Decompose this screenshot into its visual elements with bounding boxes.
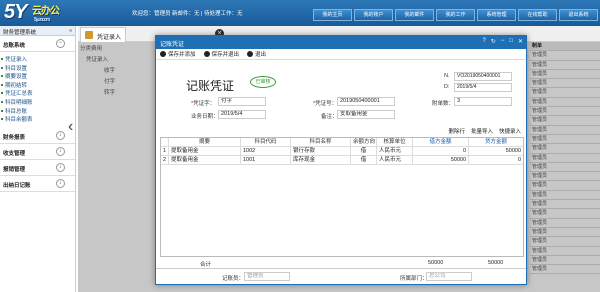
biz-date-label: 业务日期： bbox=[191, 114, 219, 120]
attach-label: 附单数： bbox=[432, 101, 455, 107]
sidebar-group-income[interactable]: 收支管理 ↓ bbox=[0, 144, 75, 160]
sidebar-item-period[interactable]: 期初结转 bbox=[0, 81, 75, 90]
audit-stamp: 已审核 bbox=[250, 76, 276, 88]
table-header-row: 摘要 科目代码 科目名称 余额方向 核算单位 借方金额 贷方金额 bbox=[161, 138, 523, 147]
tab-voucher-entry[interactable]: 凭证录入 bbox=[80, 27, 127, 42]
sidebar-item-general[interactable]: 科目总账 bbox=[0, 107, 75, 116]
sidebar-group-cash[interactable]: 出纳日记账 ↓ bbox=[0, 176, 75, 192]
help-icon[interactable]: ? bbox=[482, 38, 485, 45]
table-row[interactable]: 1 提取备用金 1002 银行存款 借 人民币元 0 50000 bbox=[161, 147, 523, 156]
maker-field: 管理员 bbox=[244, 272, 290, 281]
exit-button[interactable]: 退出 bbox=[247, 51, 266, 58]
sidebar-item-summary[interactable]: 摘要设置 bbox=[0, 72, 75, 81]
collapse-icon[interactable]: − bbox=[56, 39, 65, 48]
table-tools: 删除行 批量导入 快捷录入 bbox=[448, 127, 521, 135]
sidebar-group-reimburse[interactable]: 报销管理 ↓ bbox=[0, 160, 75, 176]
col-summary: 摘要 bbox=[169, 138, 241, 146]
save-icon bbox=[160, 51, 166, 57]
collapse-sidebar-icon[interactable]: ‹ bbox=[68, 118, 73, 136]
sidebar-item-voucher-sum[interactable]: 凭证汇总表 bbox=[0, 89, 75, 98]
sidebar-item-voucher-entry[interactable]: 凭证录入 bbox=[0, 55, 75, 64]
col-debit: 借方金额 bbox=[413, 138, 469, 146]
total-debit: 50000 bbox=[428, 260, 444, 266]
maximize-icon[interactable]: □ bbox=[509, 38, 513, 45]
nav-system[interactable]: 系统管理 bbox=[477, 9, 516, 21]
expand-icon[interactable]: ↓ bbox=[56, 178, 65, 188]
sidebar-group-reports[interactable]: 财务报表 ↓ bbox=[0, 128, 75, 144]
no-label: N. bbox=[444, 73, 450, 79]
refresh-icon[interactable]: ↻ bbox=[491, 38, 496, 45]
welcome-text: 欢迎您：管理员 新邮件：无 | 待处理工作：无 bbox=[132, 11, 243, 17]
close-icon[interactable]: ✕ bbox=[518, 38, 523, 45]
total-credit: 50000 bbox=[488, 260, 504, 266]
nav-home[interactable]: 我的主页 bbox=[313, 9, 352, 21]
expand-icon[interactable]: ↓ bbox=[56, 162, 65, 172]
code-label: *凭证号： bbox=[313, 101, 338, 107]
voucher-title: 记账凭证 bbox=[186, 79, 235, 93]
dialog-titlebar: 记账凭证 ? ↻ − □ ✕ bbox=[156, 36, 526, 49]
chevron-left-icon[interactable]: « bbox=[69, 28, 72, 34]
batch-import-button[interactable]: 批量导入 bbox=[471, 127, 493, 135]
code-field[interactable]: 2019050400001 bbox=[337, 97, 395, 106]
sidebar-item-balance[interactable]: 科目余额表 bbox=[0, 115, 75, 124]
date-label: D: bbox=[444, 84, 450, 90]
sidebar-item-accounts[interactable]: 科目设置 bbox=[0, 64, 75, 73]
dialog-footer: 记账员： 管理员 所属部门： 总公司 bbox=[156, 268, 526, 284]
save-add-button[interactable]: 保存并添加 bbox=[160, 51, 196, 58]
expand-icon[interactable]: ↓ bbox=[56, 146, 65, 156]
table-row[interactable]: 2 提取备用金 1001 库存现金 借 人民币元 50000 0 bbox=[161, 156, 523, 165]
nav-mail[interactable]: 我的邮件 bbox=[395, 9, 434, 21]
note-label: 备注： bbox=[321, 114, 338, 120]
minimize-icon[interactable]: − bbox=[501, 38, 505, 45]
maker-label: 记账员： bbox=[222, 276, 245, 282]
dialog-toolbar: 保存并添加 保存并退出 退出 bbox=[156, 49, 526, 60]
nav-logout[interactable]: 退出系统 bbox=[559, 9, 598, 21]
col-code: 科目代码 bbox=[241, 138, 291, 146]
attach-field[interactable]: 3 bbox=[454, 97, 512, 106]
dept-label: 所属部门： bbox=[400, 276, 428, 282]
type-label: *凭证字： bbox=[191, 101, 216, 107]
nav-account[interactable]: 我的账户 bbox=[354, 9, 393, 21]
total-row: 合计 50000 50000 bbox=[160, 257, 524, 268]
voucher-no-field[interactable]: VO2019050400001 bbox=[454, 72, 512, 81]
save-icon bbox=[203, 51, 210, 57]
voucher-date-field[interactable]: 2019/5/4 bbox=[454, 83, 512, 92]
sidebar-group-ledger[interactable]: 总账系统 − bbox=[0, 36, 75, 52]
expand-icon[interactable]: ↓ bbox=[56, 130, 65, 140]
total-label: 合计 bbox=[200, 262, 212, 268]
biz-date-field[interactable]: 2019/5/4 bbox=[218, 110, 266, 119]
delete-row-button[interactable]: 删除行 bbox=[448, 127, 465, 135]
col-direction: 余额方向 bbox=[353, 138, 377, 146]
col-unit: 核算单位 bbox=[377, 138, 413, 146]
top-nav: 我的主页 我的账户 我的邮件 我的工作 系统管理 在线帮助 退出系统 bbox=[313, 9, 598, 21]
col-credit: 贷方金额 bbox=[484, 139, 507, 145]
voucher-dialog: 记账凭证 ? ↻ − □ ✕ 保存并添加 保存并退出 退出 记账凭证 已审核 N. VO… bbox=[155, 35, 527, 285]
col-name: 科目名称 bbox=[291, 138, 351, 146]
nav-work[interactable]: 我的工作 bbox=[436, 9, 475, 21]
sidebar-item-detail[interactable]: 科目明细账 bbox=[0, 98, 75, 107]
dept-field: 总公司 bbox=[426, 272, 472, 281]
app-logo: 5Y 云办公 5yun.com bbox=[4, 1, 60, 23]
exit-icon bbox=[247, 51, 254, 57]
top-header: 5Y 云办公 5yun.com 欢迎您：管理员 新邮件：无 | 待处理工作：无 我的… bbox=[0, 0, 600, 26]
nav-help[interactable]: 在线帮助 bbox=[518, 9, 557, 21]
sidebar-title[interactable]: 财务管理系统 « bbox=[0, 26, 75, 36]
type-select[interactable]: 付字 bbox=[218, 97, 266, 106]
entries-table: 摘要 科目代码 科目名称 余额方向 核算单位 借方金额 贷方金额 1 提取备用金… bbox=[160, 137, 524, 257]
tab-icon bbox=[85, 31, 93, 39]
sidebar: 财务管理系统 « 总账系统 − 凭证录入 科目设置 摘要设置 期初结转 凭证汇总表 … bbox=[0, 26, 76, 292]
note-field[interactable]: 支取备用金 bbox=[337, 110, 395, 119]
quick-entry-button[interactable]: 快捷录入 bbox=[499, 127, 521, 135]
save-exit-button[interactable]: 保存并退出 bbox=[203, 51, 239, 58]
